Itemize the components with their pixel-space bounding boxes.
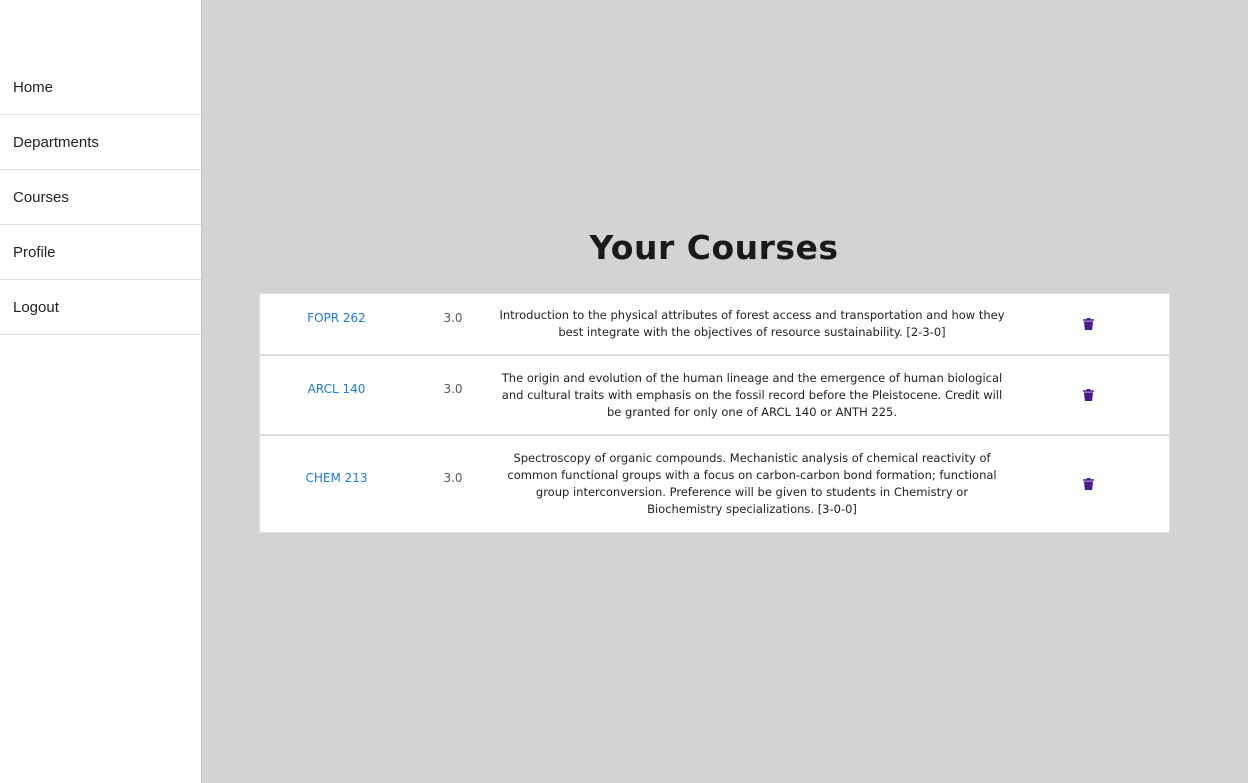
course-code-link[interactable]: CHEM 213 [260, 471, 413, 485]
sidebar-item-departments[interactable]: Departments [0, 115, 201, 170]
trash-icon [1082, 318, 1094, 330]
course-code-link[interactable]: FOPR 262 [260, 311, 413, 325]
sidebar-item-home[interactable]: Home [0, 60, 201, 115]
main-content: Your Courses FOPR 262 3.0 Introduction t… [202, 0, 1248, 783]
delete-course-button[interactable] [1079, 386, 1097, 404]
course-credits: 3.0 [443, 471, 463, 485]
course-action-cell [1007, 386, 1169, 404]
course-credits: 3.0 [443, 311, 463, 325]
course-action-cell [1007, 315, 1169, 333]
sidebar-item-courses[interactable]: Courses [0, 170, 201, 225]
app-root: Home Departments Courses Profile Logout … [0, 0, 1248, 783]
sidebar-item-logout[interactable]: Logout [0, 280, 201, 335]
table-row: CHEM 213 3.0 Spectroscopy of organic com… [260, 436, 1169, 532]
table-row: FOPR 262 3.0 Introduction to the physica… [260, 294, 1169, 356]
course-description: Introduction to the physical attributes … [499, 308, 1005, 339]
trash-icon [1082, 478, 1094, 490]
course-code-link[interactable]: ARCL 140 [260, 382, 413, 396]
delete-course-button[interactable] [1079, 315, 1097, 333]
sidebar: Home Departments Courses Profile Logout [0, 0, 202, 783]
course-table: FOPR 262 3.0 Introduction to the physica… [259, 293, 1170, 533]
trash-icon [1082, 389, 1094, 401]
course-credits: 3.0 [443, 382, 463, 396]
delete-course-button[interactable] [1079, 475, 1097, 493]
course-description: The origin and evolution of the human li… [501, 370, 1003, 419]
table-row: ARCL 140 3.0 The origin and evolution of… [260, 356, 1169, 436]
course-action-cell [1007, 475, 1169, 493]
page-title: Your Courses [589, 228, 839, 267]
course-description: Spectroscopy of organic compounds. Mecha… [507, 451, 997, 516]
sidebar-item-profile[interactable]: Profile [0, 225, 201, 280]
